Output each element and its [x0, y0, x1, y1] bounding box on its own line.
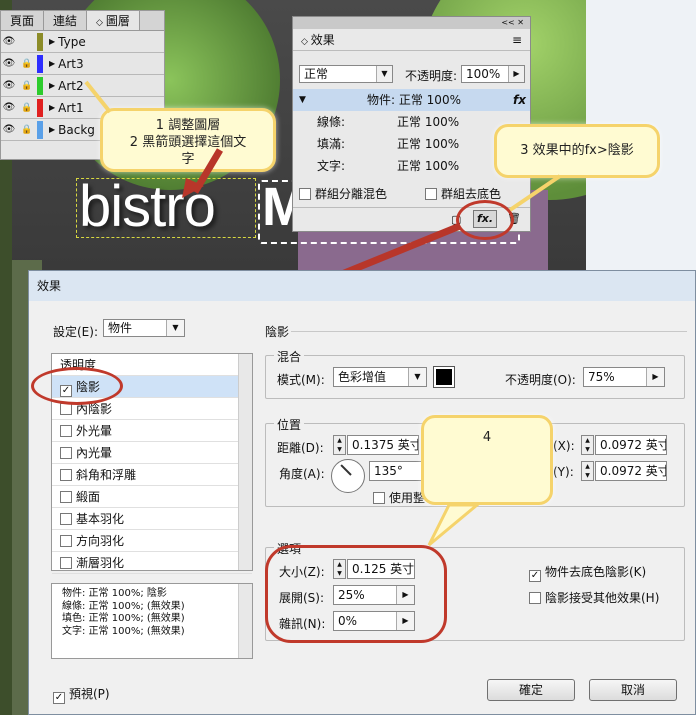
dialog-titlebar: 效果 [29, 271, 695, 301]
x-offset-value: 0.0972 英寸 [600, 438, 667, 452]
callout-pointer-step1 [84, 80, 112, 114]
effect-label: 基本羽化 [76, 512, 125, 526]
summary-line: 線條: 正常 100%; (無效果) [62, 600, 185, 612]
opacity-value: 75% [588, 370, 615, 384]
checkbox-box [373, 492, 385, 504]
y-offset-value: 0.0972 英寸 [600, 464, 667, 478]
callout-pointer-step3 [508, 174, 562, 212]
settings-select[interactable]: 物件 ▼ [103, 319, 185, 337]
effect-item-basic-feather[interactable]: 基本羽化 [52, 508, 252, 530]
y-offset-input[interactable]: 0.0972 英寸 [595, 461, 667, 481]
ok-button-label: 確定 [518, 683, 543, 697]
arrow-to-text [182, 148, 224, 198]
effect-label: 外光暈 [76, 424, 113, 438]
x-offset-label: (X): [553, 439, 575, 453]
highlight-circle-options [265, 545, 447, 643]
use-global-light-checkbox[interactable]: 使用整 [373, 489, 425, 506]
angle-input[interactable]: 135° [369, 461, 425, 481]
effects-dialog: 效果 設定(E): 物件 ▼ 陰影 透明度 ✓ 陰影 內陰影 外光暈 內光暈 斜角和… [28, 270, 696, 715]
x-offset-input[interactable]: 0.0972 英寸 [595, 435, 667, 455]
callout-step4: 4 [421, 415, 553, 505]
effect-label: 緞面 [76, 490, 101, 504]
effects-summary: 物件: 正常 100%; 陰影 線條: 正常 100%; (無效果) 填色: 正… [51, 583, 253, 659]
summary-line: 物件: 正常 100%; 陰影 [62, 588, 167, 599]
effect-label: 內光暈 [76, 446, 113, 460]
effect-label: 方向羽化 [76, 534, 125, 548]
blend-group-title: 混合 [274, 348, 305, 365]
distance-label: 距離(D): [277, 441, 324, 455]
swatch-fill [436, 369, 452, 385]
opacity-label: 不透明度(O): [505, 373, 576, 387]
y-offset-label: (Y): [553, 465, 574, 479]
callout-text: 4 [482, 430, 492, 445]
checkbox[interactable] [60, 535, 72, 547]
use-global-light-label: 使用整 [389, 491, 426, 505]
section-title: 陰影 [265, 325, 290, 339]
checkbox-checked: ✓ [53, 692, 65, 704]
dialog-title: 效果 [37, 279, 62, 293]
angle-label: 角度(A): [279, 467, 325, 481]
checkbox[interactable] [60, 447, 72, 459]
blend-mode-select[interactable]: 色彩增值 ▼ [333, 367, 427, 387]
checkbox[interactable] [60, 557, 72, 569]
checkbox-box [529, 592, 541, 604]
shadow-color-swatch[interactable] [433, 366, 455, 388]
checkbox-checked: ✓ [529, 570, 541, 582]
angle-value: 135° [374, 464, 403, 478]
preview-checkbox[interactable]: ✓ 預視(P) [53, 685, 110, 704]
section-divider [291, 331, 687, 332]
preview-label: 預視(P) [69, 687, 110, 701]
summary-line: 文字: 正常 100%; (無效果) [62, 625, 185, 637]
x-offset-stepper[interactable]: ▲ ▼ [581, 435, 594, 455]
opacity-input[interactable]: 75% ▶ [583, 367, 665, 387]
distance-value: 0.1375 英寸 [352, 438, 419, 452]
chevron-right-icon: ▶ [646, 368, 664, 386]
checkbox[interactable] [60, 425, 72, 437]
chevron-down-icon: ▼ [408, 368, 426, 386]
cancel-button-label: 取消 [620, 683, 645, 697]
shadow-honors-effects-label: 陰影接受其他效果(H) [545, 591, 660, 605]
settings-label: 設定(E): [53, 325, 98, 339]
effect-label: 斜角和浮雕 [76, 468, 137, 482]
summary-scrollbar[interactable] [238, 584, 252, 658]
cancel-button[interactable]: 取消 [589, 679, 677, 701]
y-offset-stepper[interactable]: ▲ ▼ [581, 461, 594, 481]
effect-item-bevel-emboss[interactable]: 斜角和浮雕 [52, 464, 252, 486]
effect-item-satin[interactable]: 緞面 [52, 486, 252, 508]
checkbox[interactable] [60, 513, 72, 525]
distance-input[interactable]: 0.1375 英寸 [347, 435, 419, 455]
highlight-circle-shadow [31, 367, 123, 405]
effect-label: 漸層羽化 [76, 556, 125, 570]
angle-dial[interactable] [331, 459, 365, 493]
effect-item-gradient-feather[interactable]: 漸層羽化 [52, 552, 252, 574]
blend-mode-value: 色彩增值 [338, 370, 387, 384]
checkbox[interactable] [60, 469, 72, 481]
object-knockout-shadow-label: 物件去底色陰影(K) [545, 565, 647, 579]
angle-dial-needle [340, 464, 352, 476]
blend-mode-label: 模式(M): [277, 373, 325, 387]
settings-value: 物件 [108, 321, 133, 335]
effect-item-outer-glow[interactable]: 外光暈 [52, 420, 252, 442]
ok-button[interactable]: 確定 [487, 679, 575, 701]
summary-line: 填色: 正常 100%; (無效果) [62, 613, 185, 624]
shadow-honors-effects-checkbox[interactable]: 陰影接受其他效果(H) [529, 589, 659, 606]
chevron-down-icon: ▼ [166, 320, 184, 336]
checkbox[interactable] [60, 491, 72, 503]
distance-stepper[interactable]: ▲ ▼ [333, 435, 346, 455]
object-knockout-shadow-checkbox[interactable]: ✓ 物件去底色陰影(K) [529, 563, 646, 582]
position-group-title: 位置 [274, 416, 305, 433]
effect-item-directional-feather[interactable]: 方向羽化 [52, 530, 252, 552]
effect-item-inner-glow[interactable]: 內光暈 [52, 442, 252, 464]
effects-list-scrollbar[interactable] [238, 354, 252, 570]
